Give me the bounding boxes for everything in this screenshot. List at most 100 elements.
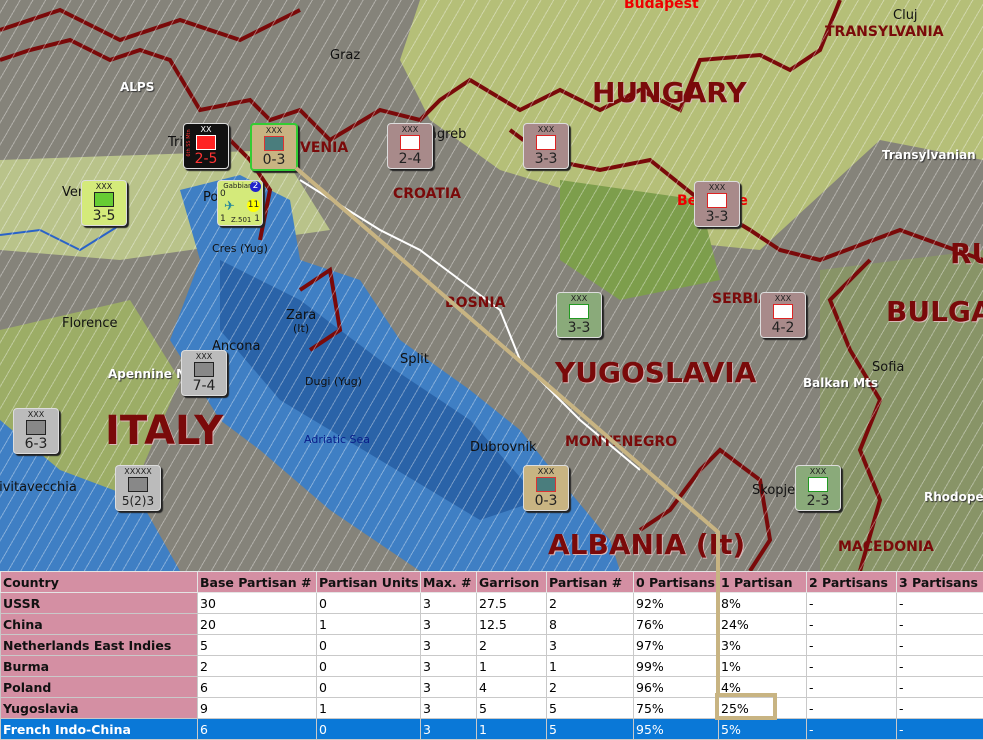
city-budapest: Budapest [624, 0, 699, 12]
country-cell: China [1, 614, 198, 635]
table-cell: 6 [198, 719, 317, 740]
table-cell: 97% [634, 635, 719, 656]
table-cell: 6 [198, 677, 317, 698]
table-cell: 5 [547, 698, 634, 719]
table-cell: 3 [421, 698, 477, 719]
table-cell: 3 [547, 635, 634, 656]
table-cell: 1 [317, 614, 421, 635]
unit-counter-hun-inf[interactable]: XXX3-3 [523, 123, 569, 169]
border-line [0, 10, 300, 40]
table-row[interactable]: Netherlands East Indies5032397%3%-- [1, 635, 983, 656]
label-transylvania: TRANSYLVANIA [825, 24, 944, 40]
unit-counter-yug-partisan-2[interactable]: XXX0-3 [523, 465, 569, 511]
unit-counter-hun-inf-2[interactable]: XXX4-2 [760, 292, 806, 338]
unit-counter-bul-inf[interactable]: XXX3-3 [556, 292, 602, 338]
city-cres: Cres (Yug) [212, 242, 268, 255]
table-cell: 75% [634, 698, 719, 719]
table-cell: 20 [198, 614, 317, 635]
table-cell: - [807, 614, 897, 635]
label-albania: ALBANIA (It) [548, 528, 745, 561]
table-row[interactable]: China201312.5876%24%-- [1, 614, 983, 635]
country-cell: Yugoslavia [1, 698, 198, 719]
table-cell: 76% [634, 614, 719, 635]
city-dubrovnik: Dubrovnik [470, 440, 537, 455]
unit-counter-it-inf-2[interactable]: XXX6-3 [13, 408, 59, 454]
column-header[interactable]: Partisan Units [317, 572, 421, 593]
unit-counter-hun-budapest[interactable]: XXX3-3 [694, 181, 740, 227]
city-zara: Zara [286, 308, 316, 323]
table-cell: 5 [547, 719, 634, 740]
table-cell: 92% [634, 593, 719, 614]
air-counter-gabbiano[interactable]: Gabbiano 0 2 11 1 Z.501 1 ✈ [217, 180, 263, 226]
terrain-transylvanian-alps: Transylvanian [882, 148, 976, 162]
unit-counter-hun-cav[interactable]: XXX2-4 [387, 123, 433, 169]
table-cell: 12.5 [477, 614, 547, 635]
label-bulgaria: BULGARIA [886, 295, 983, 328]
column-header[interactable]: Country [1, 572, 198, 593]
column-header[interactable]: Garrison [477, 572, 547, 593]
column-header[interactable]: 2 Partisans [807, 572, 897, 593]
table-cell: 1 [547, 656, 634, 677]
table-cell: - [807, 635, 897, 656]
column-header[interactable]: 3 Partisans [897, 572, 983, 593]
mountain-unit-icon [707, 193, 727, 208]
label-hungary: HUNGARY [592, 76, 747, 109]
country-cell: USSR [1, 593, 198, 614]
table-cell: 4 [477, 677, 547, 698]
table-cell: - [807, 719, 897, 740]
table-cell: 1 [477, 656, 547, 677]
infantry-icon [26, 420, 46, 435]
table-cell: 0 [317, 719, 421, 740]
city-dugi: Dugi (Yug) [305, 375, 362, 388]
label-yugoslavia: YUGOSLAVIA [555, 356, 756, 389]
table-cell: 8% [719, 593, 807, 614]
column-header[interactable]: 0 Partisans [634, 572, 719, 593]
table-cell: 0 [317, 593, 421, 614]
table-cell: - [897, 677, 983, 698]
table-row[interactable]: Burma2031199%1%-- [1, 656, 983, 677]
unit-counter-ss-mountain[interactable]: XX6th SS Mtn2-5 [183, 123, 229, 169]
terrain-balkan: Balkan Mts [803, 376, 878, 390]
table-cell: 2 [198, 656, 317, 677]
table-row[interactable]: USSR300327.5292%8%-- [1, 593, 983, 614]
table-cell: - [807, 698, 897, 719]
factor: 11 [247, 199, 260, 212]
city-skopje: Skopje [752, 483, 795, 498]
table-cell: 2 [547, 677, 634, 698]
table-cell: 96% [634, 677, 719, 698]
country-cell: Burma [1, 656, 198, 677]
table-cell: 5 [477, 698, 547, 719]
column-header[interactable]: Partisan # [547, 572, 634, 593]
table-row[interactable]: Poland6034296%4%-- [1, 677, 983, 698]
country-cell: Netherlands East Indies [1, 635, 198, 656]
table-row[interactable]: French Indo-China6031595%5%-- [1, 719, 983, 740]
unit-counter-it-army[interactable]: XXXXX5(2)3 [115, 465, 161, 511]
unit-counter-it-inf[interactable]: XXX7-4 [181, 350, 227, 396]
table-cell: 2 [477, 635, 547, 656]
table-cell: 5% [719, 719, 807, 740]
table-cell: 0 [317, 677, 421, 698]
infantry-icon [773, 304, 793, 319]
table-cell: 3 [421, 593, 477, 614]
hex-map[interactable]: HUNGARY YUGOSLAVIA ITALY ALBANIA (It) BU… [0, 0, 983, 571]
table-row[interactable]: Yugoslavia9135575%25%-- [1, 698, 983, 719]
column-header[interactable]: Base Partisan # [198, 572, 317, 593]
city-zara-owner: (It) [293, 322, 309, 335]
table-cell: 3 [421, 677, 477, 698]
unit-counter-bul-mtn[interactable]: XXX2-3 [795, 465, 841, 511]
table-cell: 30 [198, 593, 317, 614]
table-cell: 4% [719, 677, 807, 698]
partisan-table: CountryBase Partisan #Partisan UnitsMax.… [0, 571, 983, 736]
label-italy: ITALY [105, 408, 223, 454]
city-florence: Florence [62, 316, 118, 331]
table-cell: - [807, 656, 897, 677]
unit-counter-it-cav[interactable]: XXX3-5 [81, 180, 127, 226]
infantry-icon [536, 135, 556, 150]
unit-counter-yug-partisan[interactable]: XXX0-3 [250, 123, 298, 171]
table-cell: - [897, 593, 983, 614]
mountain-unit-icon [808, 477, 828, 492]
table-cell: - [807, 677, 897, 698]
mountain-unit-icon [196, 135, 216, 150]
column-header[interactable]: Max. # [421, 572, 477, 593]
column-header[interactable]: 1 Partisan [719, 572, 807, 593]
